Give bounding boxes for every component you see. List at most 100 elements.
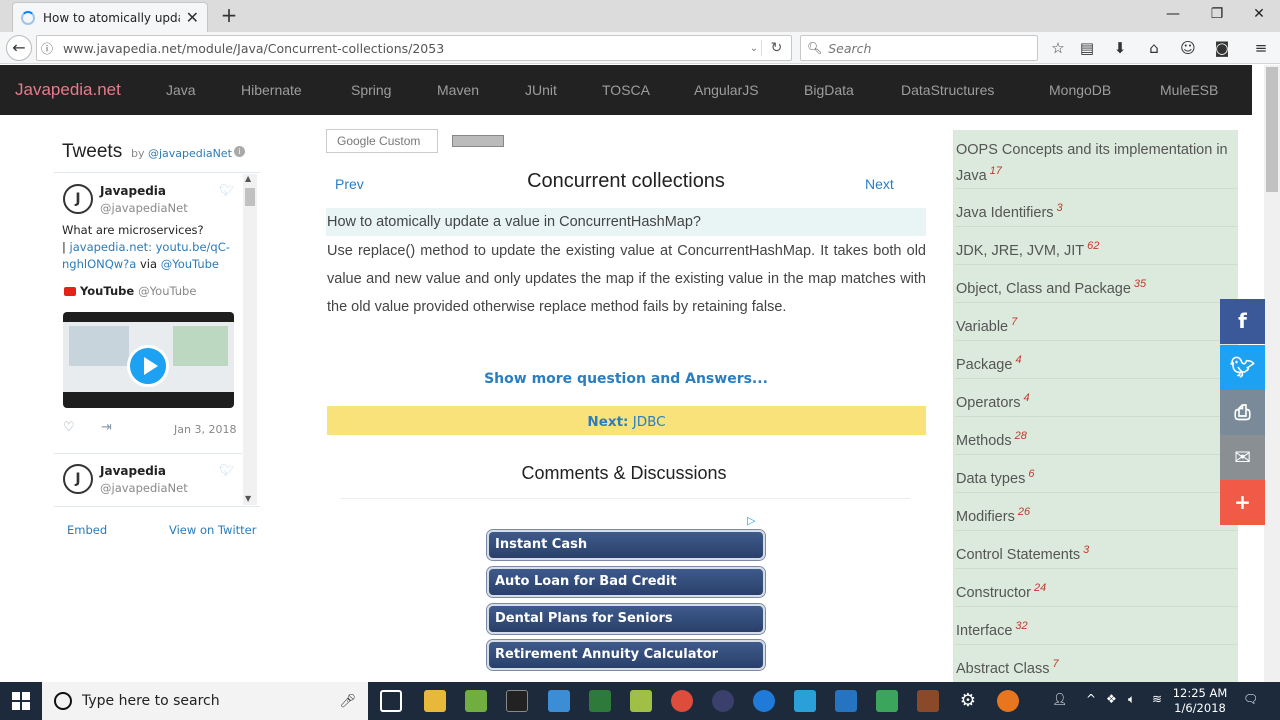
sidebar-item-modifiers[interactable]: Modifiers 26 [956,502,1234,528]
sidebar-item-constructor[interactable]: Constructor 24 [956,578,1234,604]
vscode-icon[interactable] [835,690,857,712]
nav-muleesb[interactable]: MuleESB [1160,82,1218,98]
minimize-button[interactable]: — [1152,0,1194,30]
url-dropdown-icon[interactable]: ⌄ [747,43,761,54]
edge-icon[interactable] [753,690,775,712]
app-icon[interactable] [917,690,939,712]
nav-angularjs[interactable]: AngularJS [694,82,759,98]
like-icon[interactable]: ♡ [63,420,75,435]
tweet-date[interactable]: Jan 3, 2018 [174,423,236,436]
page-scrollbar[interactable] [1264,65,1280,682]
sidebar-item-oops[interactable]: OOPS Concepts and its implementation in … [956,140,1234,187]
tweet-via-handle[interactable]: @YouTube [161,257,219,271]
url-bar[interactable]: ⓘ www.javapedia.net/module/Java/Concurre… [36,35,792,61]
browser-search-input[interactable] [828,40,1029,56]
firefox-icon[interactable] [997,690,1019,712]
new-tab-button[interactable]: + [218,4,240,26]
taskbar-search-placeholder[interactable]: Type here to search [82,693,339,709]
nav-bigdata[interactable]: BigData [804,82,854,98]
ad-button[interactable]: Dental Plans for Seniors [487,604,765,634]
ad-button[interactable]: Instant Cash [487,530,765,560]
print-button[interactable]: ⎙ [1220,390,1265,435]
terminal-icon[interactable] [506,690,528,712]
ad-button[interactable]: Retirement Annuity Calculator [487,640,765,670]
tweet-video-thumbnail[interactable] [63,312,234,408]
tweet-author-name[interactable]: Javapedia [100,184,166,198]
google-search-button[interactable] [452,135,504,147]
sidebar-item-abstract-class[interactable]: Abstract Class 7 [956,654,1234,680]
nav-hibernate[interactable]: Hibernate [241,82,302,98]
sidebar-item-variable[interactable]: Variable 7 [956,312,1234,338]
bookmark-star-icon[interactable]: ☆ [1047,38,1069,58]
embed-link[interactable]: Embed [67,523,107,537]
share-icon[interactable]: ⇥ [101,420,112,435]
sidebar-item-object[interactable]: Object, Class and Package 35 [956,274,1234,300]
browser-search-box[interactable]: 🔍︎ [800,35,1038,61]
downloads-icon[interactable]: ⬇ [1109,38,1131,58]
close-tab-icon[interactable]: ✕ [186,8,199,27]
close-window-button[interactable]: ✕ [1238,0,1280,30]
scroll-up-icon[interactable]: ▲ [245,174,251,183]
monitor-icon[interactable] [794,690,816,712]
scroll-down-icon[interactable]: ▼ [245,494,251,503]
pocket-icon[interactable]: ◙ [1211,38,1233,58]
chrome-icon[interactable] [671,690,693,712]
scrollbar-thumb[interactable] [1266,67,1278,192]
next-link[interactable]: Next [865,176,894,192]
view-on-twitter-link[interactable]: View on Twitter [169,523,256,537]
taskbar-search-box[interactable]: Type here to search 🎤︎ [42,682,368,720]
play-icon[interactable] [127,345,169,387]
spring-tool-icon[interactable] [589,690,611,712]
remote-desktop-icon[interactable] [548,690,570,712]
notepad-icon[interactable] [630,690,652,712]
sidebar-item-jdk[interactable]: JDK, JRE, JVM, JIT 62 [956,236,1234,262]
maximize-button[interactable]: ❐ [1196,0,1238,30]
home-icon[interactable]: ⌂ [1143,38,1165,58]
nav-tosca[interactable]: TOSCA [602,82,650,98]
tweet-author-name[interactable]: Javapedia [100,464,166,478]
tweet-source[interactable]: YouTube @YouTube [64,284,196,298]
dropbox-icon[interactable]: ❖ [1106,692,1117,706]
sidebar-item-identifiers[interactable]: Java Identifiers 3 [956,198,1234,224]
reload-icon[interactable]: ↻ [761,40,791,56]
sidebar-item-package[interactable]: Package 4 [956,350,1234,376]
nav-java[interactable]: Java [166,82,196,98]
avatar[interactable]: J [63,464,93,494]
tweet-author-handle[interactable]: @javapediaNet [100,201,188,215]
reading-list-icon[interactable]: ▤ [1076,38,1098,58]
more-share-button[interactable]: + [1220,480,1265,525]
sidebar-item-control-statements[interactable]: Control Statements 3 [956,540,1234,566]
next-topic-bar[interactable]: Next: JDBC [327,406,926,435]
adchoices-icon[interactable]: ▷ [747,514,755,527]
settings-gear-icon[interactable]: ⚙ [957,690,979,712]
show-more-link[interactable]: Show more question and Answers... [326,371,926,387]
sidebar-item-operators[interactable]: Operators 4 [956,388,1234,414]
nav-mongodb[interactable]: MongoDB [1049,82,1111,98]
avatar[interactable]: J [63,184,93,214]
microphone-icon[interactable]: 🎤︎ [339,694,356,709]
volume-icon[interactable]: 🔈︎ [1128,692,1135,707]
taskbar-clock[interactable]: 12:25 AM 1/6/2018 [1170,686,1230,716]
twitter-scrollbar[interactable]: ▲ ▼ [243,174,257,505]
google-custom-search-input[interactable]: Google Custom [326,129,438,153]
chat-icon[interactable]: ☺ [1177,38,1199,58]
site-info-icon[interactable]: ⓘ [37,40,57,57]
file-explorer-icon[interactable] [424,690,446,712]
twitter-scroll-thumb[interactable] [245,188,255,206]
tweets-by-handle[interactable]: @javapediaNet [148,147,232,160]
back-button[interactable]: ← [6,35,32,61]
facebook-share-button[interactable]: f [1220,299,1265,344]
browser-tab[interactable]: How to atomically update... ✕ [12,2,208,32]
photos-icon[interactable] [876,690,898,712]
url-text[interactable]: www.javapedia.net/module/Java/Concurrent… [57,41,747,56]
wifi-icon[interactable]: ≋ [1152,692,1162,706]
info-icon[interactable]: i [234,146,245,157]
windows-start-button[interactable] [12,692,30,710]
tweet-author-handle[interactable]: @javapediaNet [100,481,188,495]
show-hidden-icons-icon[interactable]: ^ [1086,692,1096,706]
nav-junit[interactable]: JUnit [525,82,557,98]
notification-center-icon[interactable]: 🗨︎ [1243,692,1258,706]
sidebar-item-interface[interactable]: Interface 32 [956,616,1234,642]
nav-spring[interactable]: Spring [351,82,391,98]
ad-button[interactable]: Auto Loan for Bad Credit [487,567,765,597]
